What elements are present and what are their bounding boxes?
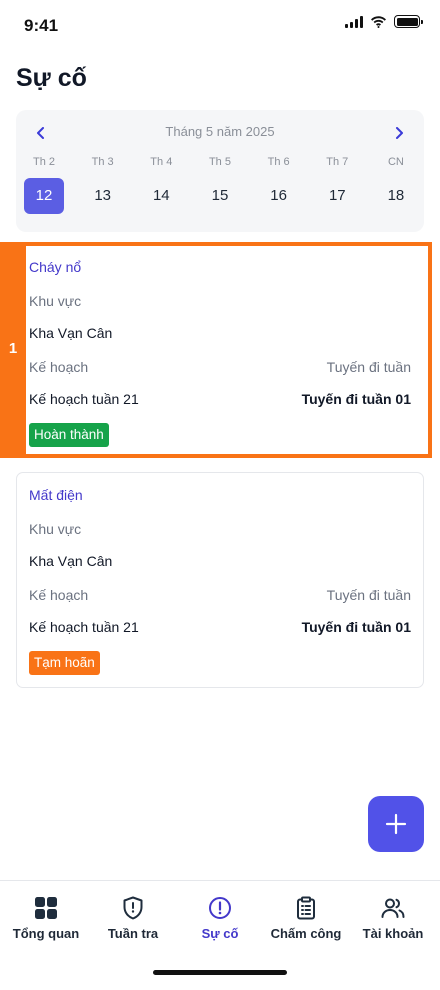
highlight-marker-number: 1 — [8, 340, 18, 357]
next-week-button[interactable] — [388, 122, 410, 144]
wifi-icon — [371, 15, 386, 28]
status-badge: Hoàn thành — [29, 423, 109, 447]
add-incident-button[interactable] — [368, 796, 424, 852]
incident-type: Cháy nổ — [29, 259, 82, 275]
status-badge: Tạm hoãn — [29, 651, 100, 675]
route-label: Tuyến đi tuần — [326, 359, 411, 375]
day-of-week-label: Th 5 — [208, 156, 231, 168]
plan-value: Kế hoạch tuần 21 — [29, 619, 139, 635]
nav-tuan-tra[interactable]: Tuần tra — [89, 895, 177, 941]
chevron-right-icon — [396, 127, 403, 139]
date-button[interactable]: 16 — [259, 178, 299, 214]
grid-icon — [35, 897, 57, 919]
nav-su-co[interactable]: Sự cố — [176, 895, 264, 941]
nav-label: Tài khoản — [362, 926, 424, 941]
area-label: Khu vực — [29, 521, 82, 537]
date-button[interactable]: 17 — [317, 178, 357, 214]
plan-label: Kế hoạch — [29, 359, 89, 375]
nav-tai-khoan[interactable]: Tài khoản — [349, 895, 437, 941]
day-of-week-label: Th 3 — [91, 156, 114, 168]
calendar-day: Th 4 14 — [141, 156, 181, 214]
nav-label: Tuần tra — [107, 926, 159, 941]
day-of-week-label: Th 4 — [150, 156, 173, 168]
day-of-week-label: Th 2 — [32, 156, 55, 168]
battery-icon — [394, 15, 423, 28]
day-of-week-label: CN — [387, 156, 404, 168]
area-label: Khu vực — [29, 293, 82, 309]
area-value: Kha Vạn Cân — [29, 325, 113, 341]
calendar-day: Th 6 16 — [259, 156, 299, 214]
area-value: Kha Vạn Cân — [29, 553, 113, 569]
incident-card[interactable]: Mất điện Khu vực Kha Vạn Cân Kế hoạch Tu… — [16, 472, 424, 688]
calendar-month-label: Tháng 5 năm 2025 — [165, 124, 275, 139]
date-button[interactable]: 13 — [83, 178, 123, 214]
nav-cham-cong[interactable]: Chấm công — [262, 895, 350, 941]
users-icon — [381, 898, 405, 918]
calendar-day: Th 5 15 — [200, 156, 240, 214]
route-label: Tuyến đi tuần — [326, 587, 411, 603]
day-of-week-label: Th 6 — [267, 156, 290, 168]
nav-tong-quan[interactable]: Tổng quan — [2, 895, 90, 941]
incident-card[interactable]: Cháy nổ Khu vực Kha Vạn Cân Kế hoạch Tuy… — [26, 246, 424, 454]
date-button[interactable]: 14 — [141, 178, 181, 214]
calendar-day: Th 2 12 — [24, 156, 64, 214]
calendar-day: Th 7 17 — [317, 156, 357, 214]
home-indicator — [153, 970, 287, 975]
nav-label: Tổng quan — [12, 926, 80, 941]
page-title: Sự cố — [16, 64, 87, 92]
plan-label: Kế hoạch — [29, 587, 89, 603]
date-button-selected[interactable]: 12 — [24, 178, 64, 214]
calendar-day: CN 18 — [376, 156, 416, 214]
status-time: 9:41 — [24, 16, 59, 35]
plan-value: Kế hoạch tuần 21 — [29, 391, 139, 407]
date-button[interactable]: 18 — [376, 178, 416, 214]
route-value: Tuyến đi tuần 01 — [301, 391, 411, 407]
date-button[interactable]: 15 — [200, 178, 240, 214]
plus-icon — [385, 813, 407, 835]
status-bar: 9:41 — [0, 0, 440, 50]
week-calendar: Tháng 5 năm 2025 Th 2 12 Th 3 13 Th 4 14… — [16, 110, 424, 232]
alert-circle-icon — [209, 897, 231, 919]
shield-icon — [123, 896, 143, 920]
incident-type: Mất điện — [29, 487, 83, 503]
calendar-day: Th 3 13 — [83, 156, 123, 214]
nav-label: Sự cố — [201, 926, 239, 941]
status-icons — [345, 15, 423, 28]
clipboard-icon — [297, 896, 315, 920]
calendar-header: Tháng 5 năm 2025 — [16, 122, 424, 142]
cellular-signal-icon — [345, 15, 363, 28]
calendar-days: Th 2 12 Th 3 13 Th 4 14 Th 5 15 Th 6 16 … — [24, 156, 416, 214]
nav-label: Chấm công — [270, 926, 342, 941]
route-value: Tuyến đi tuần 01 — [301, 619, 411, 635]
day-of-week-label: Th 7 — [326, 156, 349, 168]
